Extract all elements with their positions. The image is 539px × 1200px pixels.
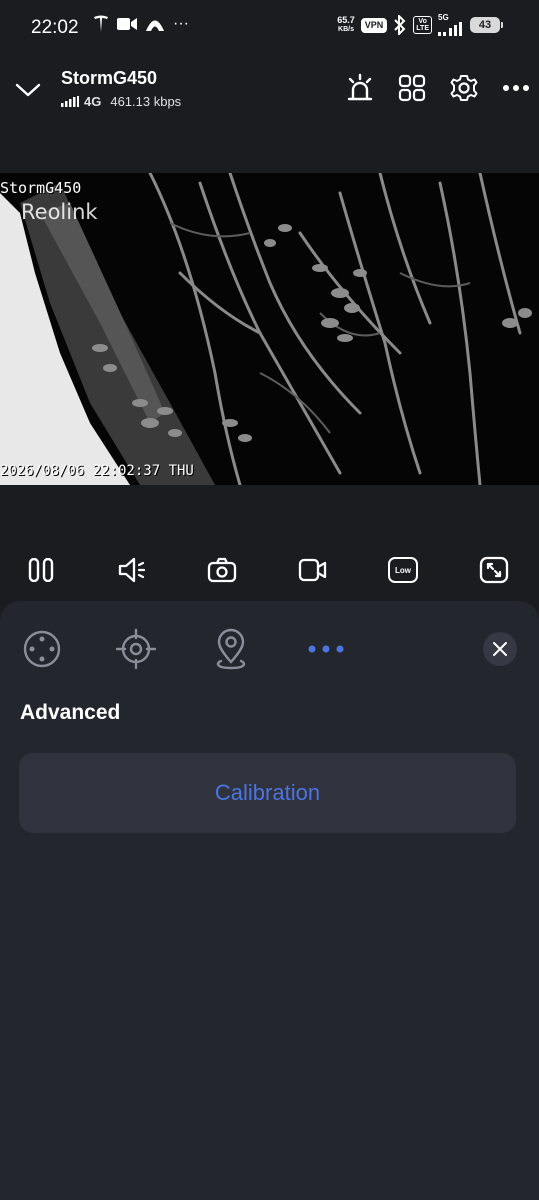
signal-bars-icon <box>438 22 462 36</box>
chevron-down-icon <box>15 83 41 97</box>
quality-button[interactable]: Low <box>381 548 425 592</box>
more-options-button[interactable] <box>500 72 532 104</box>
quality-badge: Low <box>388 557 418 583</box>
signal-strength: 5G <box>438 14 464 36</box>
camera-name: StormG450 <box>61 68 158 88</box>
siren-button[interactable] <box>344 72 376 104</box>
net-speed-unit: KB/s <box>338 26 354 33</box>
tab-auto-tracking[interactable] <box>114 627 158 671</box>
vpn-badge: VPN <box>360 17 388 33</box>
collapse-button[interactable] <box>14 76 42 102</box>
more-notifications-icon: ··· <box>173 15 189 32</box>
status-bar: 22:02 ··· 65.7 KB/s VPN Vo LTE 5G 43 <box>0 0 539 56</box>
calibration-button[interactable]: Calibration <box>19 753 516 833</box>
volte-badge: Vo LTE <box>413 16 432 34</box>
app-header: StormG450 4G 461.13 kbps <box>0 56 539 122</box>
osd-timestamp: 2026/08/06 22:02:37 THU <box>0 463 194 479</box>
close-icon <box>493 642 507 656</box>
system-icons: 65.7 KB/s VPN Vo LTE 5G 43 <box>337 14 503 36</box>
live-video-feed[interactable]: StormG450 Reolink 2026/08/06 22:02:37 TH… <box>0 173 539 485</box>
pause-icon <box>28 558 54 582</box>
net-speed: 65.7 KB/s <box>337 16 355 34</box>
osd-camera-name: StormG450 <box>0 179 82 197</box>
location-pin-icon <box>216 628 246 670</box>
multiview-button[interactable] <box>396 72 428 104</box>
tab-ptz[interactable] <box>20 627 64 671</box>
camera-icon <box>207 557 237 583</box>
ptz-control-icon <box>23 630 61 668</box>
settings-panel: Advanced Calibration <box>0 601 539 1200</box>
gear-icon <box>450 75 478 101</box>
more-horizontal-icon <box>503 85 529 91</box>
video-record-icon <box>298 558 327 582</box>
settings-button[interactable] <box>448 72 480 104</box>
grid-icon <box>398 74 426 102</box>
battery-indicator: 43 <box>470 17 503 33</box>
quality-label: Low <box>395 565 411 575</box>
fullscreen-button[interactable] <box>472 548 516 592</box>
tab-more[interactable] <box>304 627 348 671</box>
status-time: 22:02 <box>31 17 79 38</box>
video-camera-icon <box>117 18 137 30</box>
crosshair-icon <box>115 628 157 670</box>
talk-button[interactable] <box>111 548 155 592</box>
pause-button[interactable] <box>19 548 63 592</box>
playback-controls: Low <box>0 548 539 592</box>
bluetooth-icon <box>394 15 406 35</box>
snapshot-button[interactable] <box>200 548 244 592</box>
record-button[interactable] <box>291 548 335 592</box>
notification-icons: ··· <box>93 15 189 33</box>
net-speed-value: 65.7 <box>337 15 355 25</box>
tab-preset-location[interactable] <box>209 627 253 671</box>
signal-bars-icon <box>61 96 79 107</box>
siren-icon <box>347 73 373 101</box>
more-horizontal-icon <box>308 645 344 653</box>
battery-level: 43 <box>478 19 492 31</box>
osd-brand-watermark: Reolink <box>21 200 98 224</box>
section-title: Advanced <box>20 701 121 724</box>
app-arc-icon <box>146 20 164 31</box>
close-panel-button[interactable] <box>483 632 517 666</box>
signal-type: 5G <box>438 13 449 22</box>
connection-info: 4G 461.13 kbps <box>61 94 181 109</box>
tesla-icon <box>94 15 108 32</box>
expand-icon <box>479 556 509 584</box>
speaker-icon <box>118 557 146 583</box>
bitrate: 461.13 kbps <box>110 94 182 109</box>
network-type: 4G <box>84 94 102 109</box>
battery-icon: 43 <box>470 17 500 33</box>
